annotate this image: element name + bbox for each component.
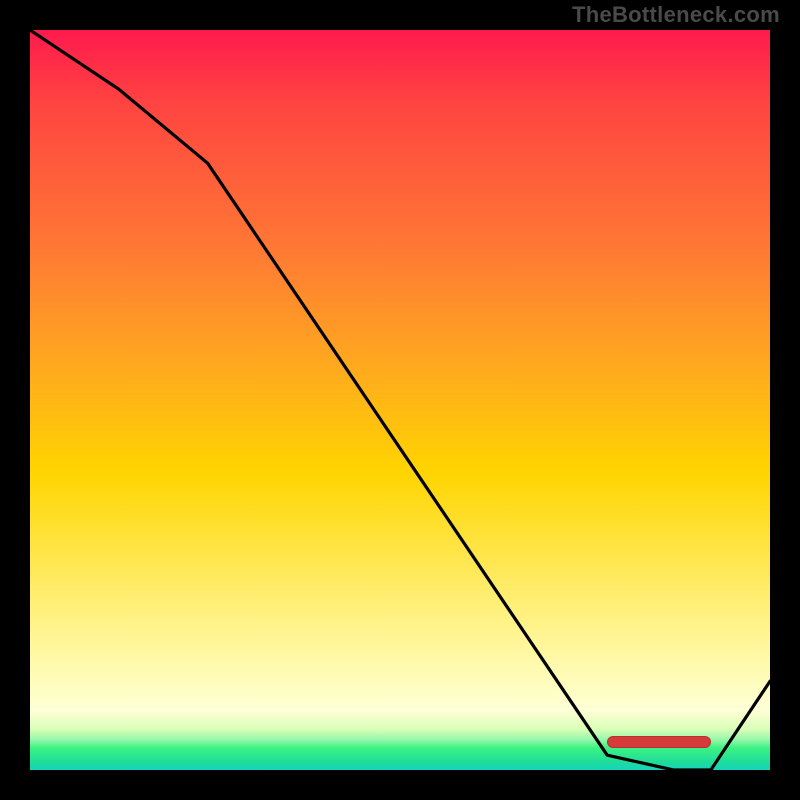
- plot-area: [30, 30, 770, 770]
- bottleneck-curve: [30, 30, 770, 770]
- watermark-text: TheBottleneck.com: [572, 2, 780, 28]
- chart-frame: TheBottleneck.com: [0, 0, 800, 800]
- optimal-range-marker: [607, 736, 711, 748]
